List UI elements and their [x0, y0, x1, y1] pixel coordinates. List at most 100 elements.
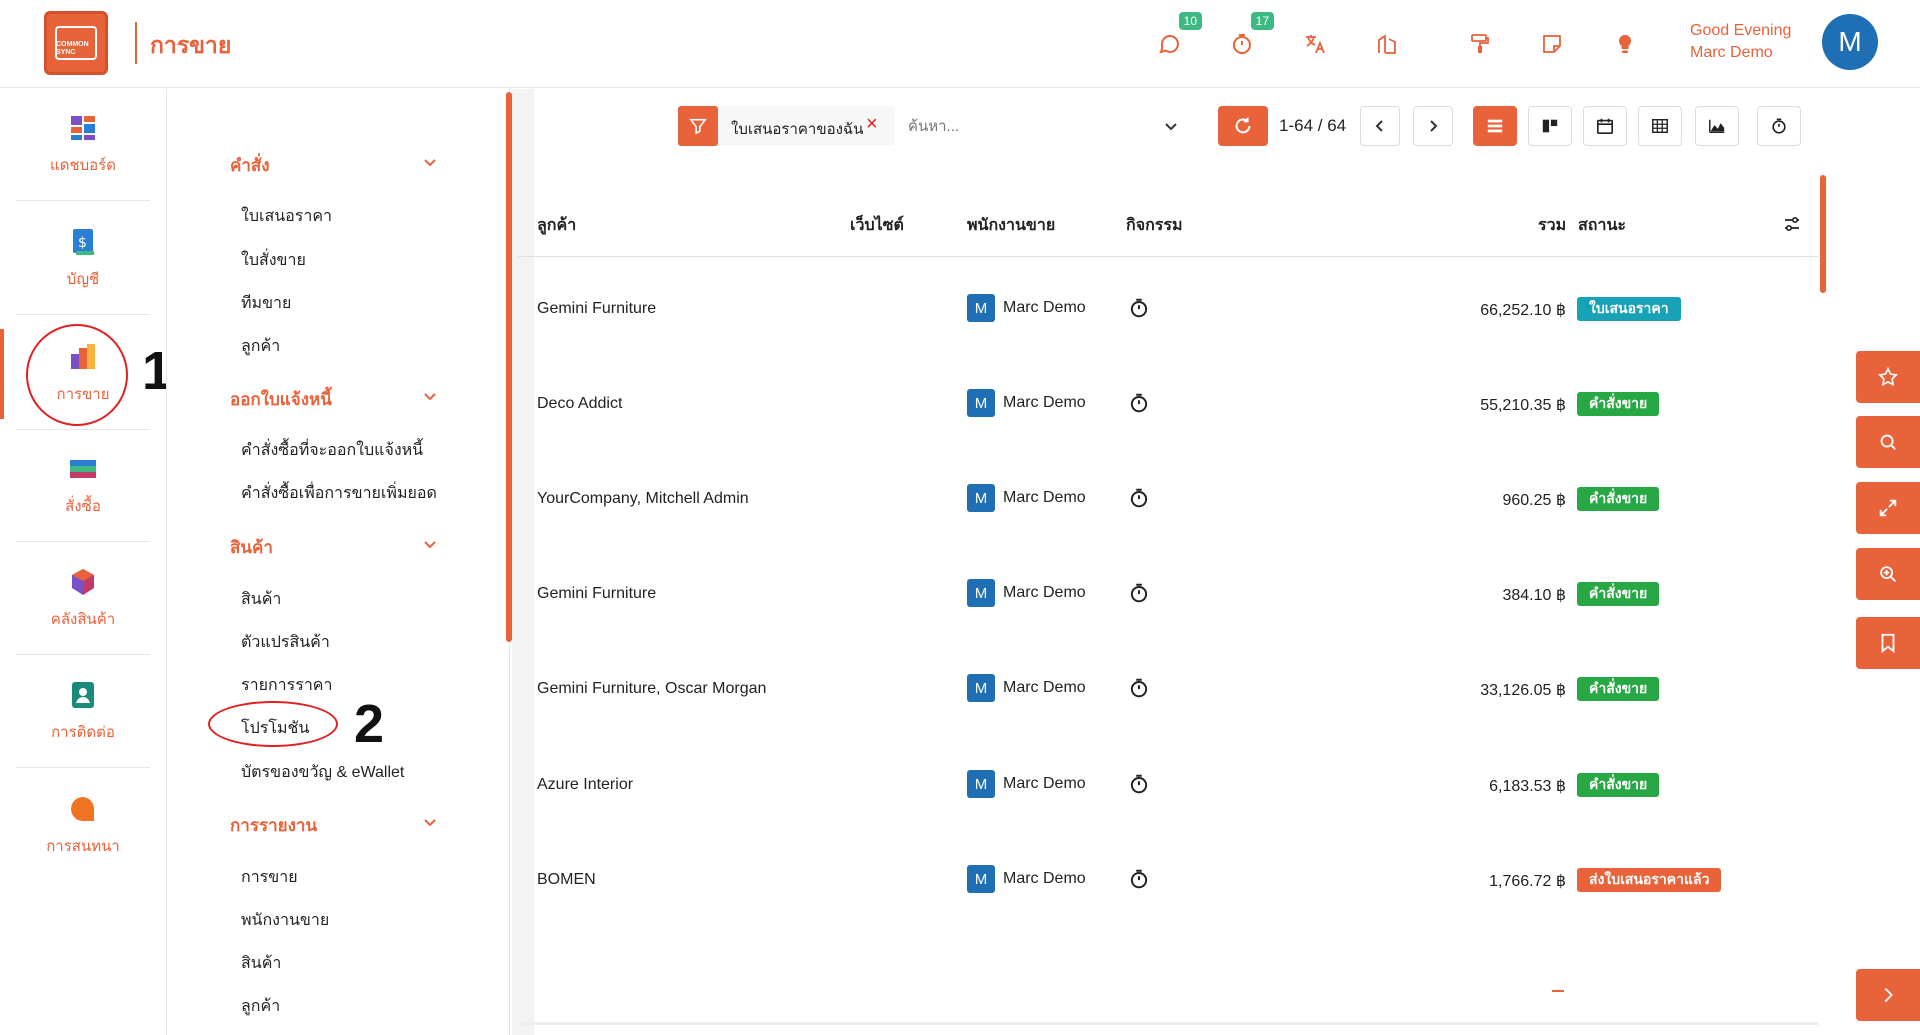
fullscreen-button[interactable] — [1856, 482, 1920, 534]
tips-button[interactable] — [1611, 30, 1639, 58]
theme-button[interactable] — [1466, 30, 1494, 58]
messages-badge: 10 — [1178, 12, 1202, 30]
pivot-view-button[interactable] — [1638, 106, 1682, 146]
pager-previous-button[interactable] — [1360, 106, 1400, 146]
submenu-item-product-variants[interactable]: ตัวแปรสินค้า — [241, 630, 330, 655]
row-salesperson[interactable]: M Marc Demo — [967, 674, 1086, 702]
chevron-down-icon[interactable] — [422, 388, 438, 404]
language-button[interactable] — [1301, 30, 1329, 58]
pager-next-button[interactable] — [1413, 106, 1453, 146]
chevron-down-icon[interactable] — [422, 814, 438, 830]
chevron-right-icon — [1430, 120, 1438, 132]
row-salesperson[interactable]: M Marc Demo — [967, 389, 1086, 417]
row-salesperson[interactable]: M Marc Demo — [967, 865, 1086, 893]
activity-stopwatch-icon[interactable] — [1128, 773, 1150, 795]
list-view-button[interactable] — [1473, 106, 1517, 146]
row-customer[interactable]: Gemini Furniture — [537, 585, 656, 603]
column-header-total[interactable]: รวม — [1538, 213, 1566, 238]
messages-button[interactable]: 10 — [1156, 12, 1202, 58]
salesperson-name: Marc Demo — [1003, 679, 1086, 696]
quick-search-button[interactable] — [1856, 416, 1920, 468]
panel-separator — [512, 89, 534, 1035]
row-customer[interactable]: Gemini Furniture — [537, 300, 656, 318]
salesperson-avatar: M — [967, 294, 995, 322]
activities-button[interactable]: 17 — [1228, 12, 1274, 58]
column-header-status[interactable]: สถานะ — [1578, 213, 1626, 238]
rail-item-inventory[interactable]: คลังสินค้า — [16, 543, 150, 655]
submenu-item-products[interactable]: สินค้า — [241, 587, 281, 612]
activity-stopwatch-icon[interactable] — [1128, 487, 1150, 509]
column-header-website[interactable]: เว็บไซต์ — [850, 213, 904, 238]
submenu-item-report-customers[interactable]: ลูกค้า — [241, 994, 280, 1019]
table-scrollbar[interactable] — [1820, 175, 1826, 293]
rail-label: บัญชี — [66, 270, 100, 288]
bookmark-button[interactable] — [1856, 617, 1920, 669]
row-customer[interactable]: YourCompany, Mitchell Admin — [537, 490, 749, 508]
column-header-customer[interactable]: ลูกค้า — [537, 213, 576, 238]
column-header-activities[interactable]: กิจกรรม — [1126, 213, 1182, 238]
search-options-chevron-icon[interactable] — [1163, 118, 1179, 134]
rail-item-contacts[interactable]: การติดต่อ — [16, 656, 150, 768]
list-view-icon — [1487, 119, 1503, 133]
row-customer[interactable]: Gemini Furniture, Oscar Morgan — [537, 680, 766, 698]
row-total: 1,766.72 ฿ — [1489, 873, 1566, 890]
app-logo[interactable]: COMMON SYNC — [44, 11, 108, 75]
kanban-view-button[interactable] — [1528, 106, 1572, 146]
submenu-section-products[interactable]: สินค้า — [230, 534, 273, 561]
submenu-item-orders-to-upsell[interactable]: คำสั่งซื้อเพื่อการขายเพิ่มยอด — [241, 481, 437, 506]
filter-button[interactable] — [678, 106, 718, 146]
chevron-left-icon — [1375, 120, 1383, 132]
row-customer[interactable]: BOMEN — [537, 871, 596, 889]
company-switcher-button[interactable] — [1373, 30, 1401, 58]
optional-columns-sliders-icon[interactable] — [1782, 214, 1802, 234]
submenu-item-pricelists[interactable]: รายการราคา — [241, 673, 332, 698]
submenu-item-customers[interactable]: ลูกค้า — [241, 334, 280, 359]
user-avatar[interactable]: M — [1822, 14, 1878, 70]
submenu-item-gift-cards[interactable]: บัตรของขวัญ & eWallet — [241, 760, 404, 785]
activity-stopwatch-icon[interactable] — [1128, 392, 1150, 414]
zoom-button[interactable] — [1856, 548, 1920, 600]
notes-button[interactable] — [1538, 30, 1566, 58]
activity-stopwatch-icon[interactable] — [1128, 677, 1150, 699]
top-bar: COMMON SYNC การขาย 10 17 Good Evening Ma… — [0, 0, 1920, 88]
pager-value[interactable]: 1-64 / 64 — [1279, 116, 1346, 136]
activity-view-button[interactable] — [1757, 106, 1801, 146]
submenu-section-orders[interactable]: คำสั่ง — [230, 152, 270, 179]
salesperson-name: Marc Demo — [1003, 299, 1086, 316]
row-salesperson[interactable]: M Marc Demo — [967, 770, 1086, 798]
activity-stopwatch-icon[interactable] — [1128, 868, 1150, 890]
favorite-button[interactable] — [1856, 351, 1920, 403]
expand-panel-button[interactable] — [1856, 969, 1920, 1021]
annotation-number-2: 2 — [354, 694, 385, 754]
activity-stopwatch-icon[interactable] — [1128, 582, 1150, 604]
submenu-section-reporting[interactable]: การรายงาน — [230, 812, 317, 839]
rail-item-discuss[interactable]: การสนทนา — [16, 770, 150, 882]
chevron-down-icon[interactable] — [422, 536, 438, 552]
row-salesperson[interactable]: M Marc Demo — [967, 294, 1086, 322]
search-input[interactable] — [908, 106, 1168, 146]
rail-item-purchase[interactable]: สั่งซื้อ — [16, 430, 150, 542]
row-salesperson[interactable]: M Marc Demo — [967, 579, 1086, 607]
graph-view-button[interactable] — [1695, 106, 1739, 146]
status-badge: ใบเสนอราคา — [1577, 297, 1681, 321]
chevron-down-icon[interactable] — [422, 154, 438, 170]
submenu-item-report-salespeople[interactable]: พนักงานขาย — [241, 908, 329, 933]
rail-item-dashboard[interactable]: แดชบอร์ด — [16, 89, 150, 201]
row-salesperson[interactable]: M Marc Demo — [967, 484, 1086, 512]
status-badge: คำสั่งขาย — [1577, 677, 1660, 701]
rail-item-accounting[interactable]: $ บัญชี — [16, 203, 150, 315]
submenu-item-sales-teams[interactable]: ทีมขาย — [241, 291, 291, 316]
row-customer[interactable]: Azure Interior — [537, 776, 633, 794]
row-customer[interactable]: Deco Addict — [537, 395, 622, 413]
submenu-item-report-sales[interactable]: การขาย — [241, 865, 298, 890]
submenu-item-report-products[interactable]: สินค้า — [241, 951, 281, 976]
calendar-view-button[interactable] — [1583, 106, 1627, 146]
submenu-item-sales-orders[interactable]: ใบสั่งขาย — [241, 248, 306, 273]
submenu-section-invoicing[interactable]: ออกใบแจ้งหนี้ — [230, 386, 332, 413]
remove-filter-icon[interactable]: × — [866, 113, 878, 136]
column-header-salesperson[interactable]: พนักงานขาย — [967, 213, 1055, 238]
activity-stopwatch-icon[interactable] — [1128, 297, 1150, 319]
submenu-item-quotations[interactable]: ใบเสนอราคา — [241, 204, 332, 229]
refresh-button[interactable] — [1218, 106, 1268, 146]
submenu-item-orders-to-invoice[interactable]: คำสั่งซื้อที่จะออกใบแจ้งหนี้ — [241, 438, 423, 463]
